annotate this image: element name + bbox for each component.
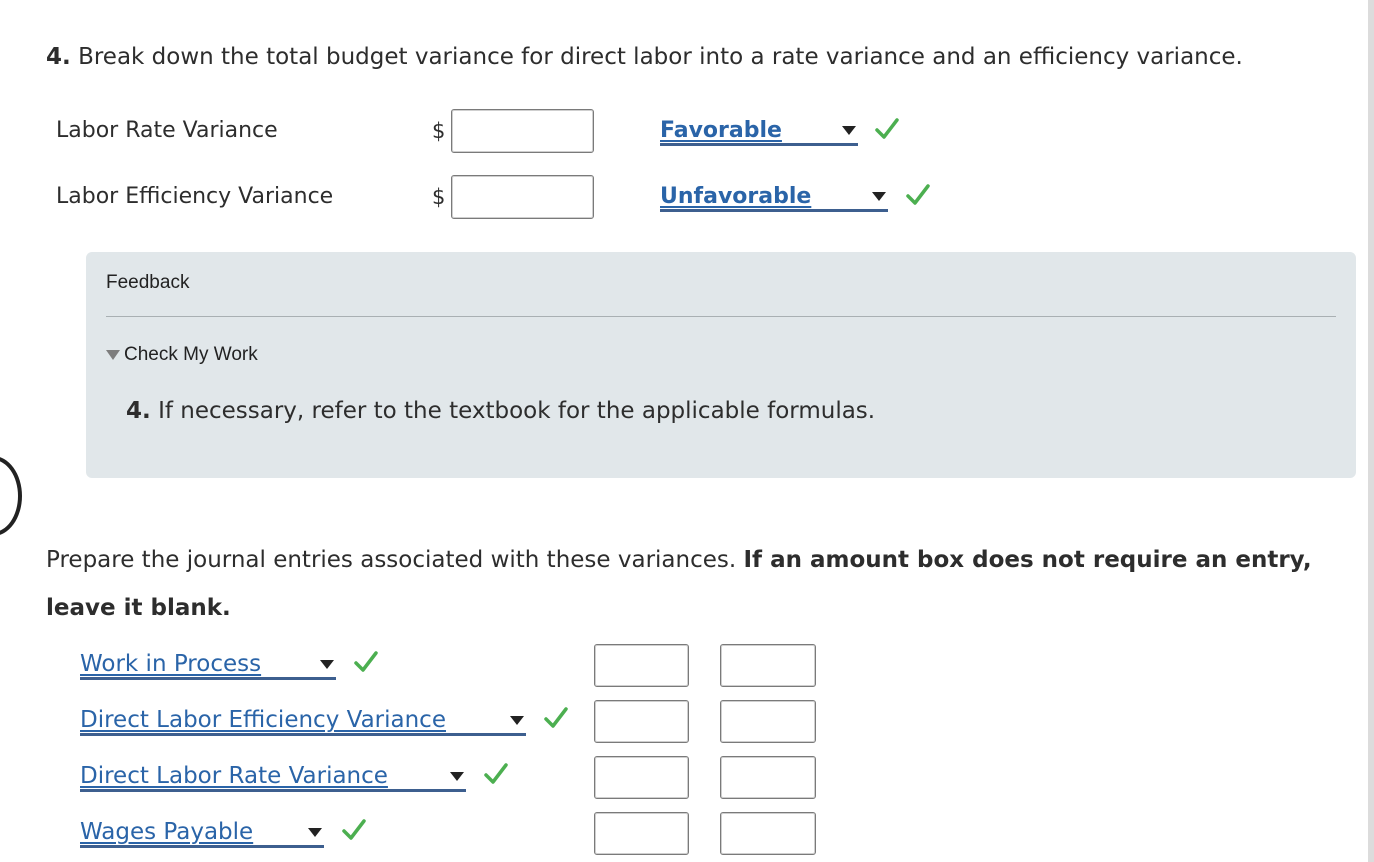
account-selected-value: Direct Labor Efficiency Variance bbox=[80, 707, 446, 733]
feedback-title: Feedback bbox=[106, 272, 190, 293]
disclosure-triangle-icon bbox=[106, 350, 120, 360]
hint-text: If necessary, refer to the textbook for … bbox=[158, 398, 876, 424]
question-text: 4. Break down the total budget variance … bbox=[46, 44, 1243, 70]
labor-efficiency-variance-type-dropdown[interactable]: Unfavorable bbox=[660, 182, 888, 212]
dropdown-caret-icon bbox=[450, 772, 464, 781]
journal-account-dropdown-4[interactable]: Wages Payable bbox=[80, 816, 324, 848]
journal-debit-input-2[interactable] bbox=[594, 700, 689, 743]
dropdown-caret-icon bbox=[872, 192, 886, 201]
dropdown-selected-value: Unfavorable bbox=[660, 184, 812, 209]
instruction-plain: Prepare the journal entries associated w… bbox=[46, 547, 737, 573]
check-icon bbox=[342, 819, 366, 840]
dropdown-caret-icon bbox=[320, 660, 334, 669]
dropdown-caret-icon bbox=[308, 828, 322, 837]
journal-credit-input-4[interactable] bbox=[720, 812, 816, 855]
feedback-divider bbox=[106, 316, 1336, 317]
dropdown-selected-value: Favorable bbox=[660, 118, 782, 143]
journal-debit-input-3[interactable] bbox=[594, 756, 689, 799]
journal-account-dropdown-1[interactable]: Work in Process bbox=[80, 648, 336, 680]
journal-account-dropdown-3[interactable]: Direct Labor Rate Variance bbox=[80, 760, 466, 792]
check-icon bbox=[906, 184, 930, 205]
labor-rate-variance-label: Labor Rate Variance bbox=[56, 118, 278, 143]
feedback-panel bbox=[86, 252, 1356, 478]
labor-efficiency-variance-amount-input[interactable] bbox=[451, 175, 594, 219]
check-my-work-label: Check My Work bbox=[124, 344, 258, 365]
circle-edge-decoration bbox=[0, 456, 22, 536]
dropdown-caret-icon bbox=[842, 126, 856, 135]
check-icon bbox=[544, 707, 568, 728]
feedback-hint: 4. If necessary, refer to the textbook f… bbox=[126, 398, 875, 424]
question-body: Break down the total budget variance for… bbox=[78, 44, 1243, 70]
labor-rate-variance-amount-input[interactable] bbox=[451, 109, 594, 153]
journal-debit-input-1[interactable] bbox=[594, 644, 689, 687]
check-my-work-toggle[interactable]: Check My Work bbox=[106, 344, 258, 366]
journal-credit-input-3[interactable] bbox=[720, 756, 816, 799]
currency-symbol: $ bbox=[432, 185, 446, 209]
check-icon bbox=[484, 763, 508, 784]
account-selected-value: Wages Payable bbox=[80, 819, 254, 845]
labor-efficiency-variance-label: Labor Efficiency Variance bbox=[56, 184, 334, 209]
journal-instructions: Prepare the journal entries associated w… bbox=[46, 536, 1336, 632]
scrollbar[interactable] bbox=[1368, 0, 1374, 862]
account-selected-value: Work in Process bbox=[80, 651, 262, 677]
check-icon bbox=[354, 651, 378, 672]
currency-symbol: $ bbox=[432, 119, 446, 143]
account-selected-value: Direct Labor Rate Variance bbox=[80, 763, 388, 789]
check-icon bbox=[875, 118, 899, 139]
dropdown-caret-icon bbox=[510, 716, 524, 725]
hint-number: 4. bbox=[126, 398, 151, 424]
question-number: 4. bbox=[46, 44, 71, 70]
journal-debit-input-4[interactable] bbox=[594, 812, 689, 855]
labor-rate-variance-type-dropdown[interactable]: Favorable bbox=[660, 116, 858, 146]
journal-credit-input-1[interactable] bbox=[720, 644, 816, 687]
journal-account-dropdown-2[interactable]: Direct Labor Efficiency Variance bbox=[80, 704, 526, 736]
journal-credit-input-2[interactable] bbox=[720, 700, 816, 743]
